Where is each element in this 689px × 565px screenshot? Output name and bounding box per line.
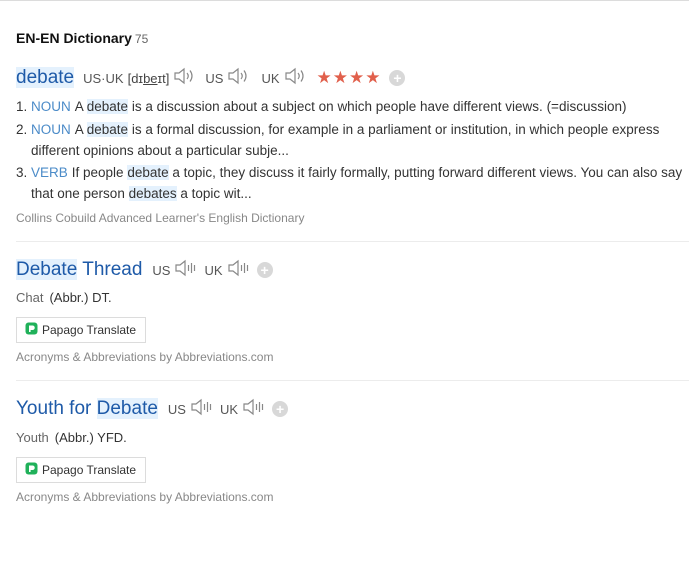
papago-icon bbox=[25, 462, 38, 478]
rating-stars: ★★★★ bbox=[316, 68, 382, 87]
abbr-meaning: Chat (Abbr.) DT. bbox=[16, 290, 112, 305]
plus-icon[interactable]: + bbox=[389, 70, 406, 86]
plus-icon[interactable]: + bbox=[256, 262, 273, 278]
definition-item: 3. VERB If people debate a topic, they di… bbox=[16, 165, 683, 201]
definition-item: 1. NOUN A debate is a discussion about a … bbox=[16, 99, 627, 114]
definition-item: 2. NOUN A debate is a formal discussion, … bbox=[16, 122, 660, 158]
divider bbox=[16, 380, 689, 381]
source-abbreviations[interactable]: Acronyms & Abbreviations by Abbreviation… bbox=[16, 490, 273, 504]
uk-label: UK bbox=[204, 262, 223, 278]
speaker-icon[interactable] bbox=[174, 259, 198, 282]
entry-debate-head: debate US·UK [dɪbeɪt] US UK ★★★★ + bbox=[16, 67, 406, 90]
entry-debate-thread-head: Debate Thread US UK + bbox=[16, 259, 273, 281]
part-of-speech: NOUN bbox=[31, 99, 71, 114]
papago-icon bbox=[25, 322, 38, 338]
abbr-meaning: Youth (Abbr.) YFD. bbox=[16, 430, 127, 445]
speaker-icon[interactable] bbox=[190, 398, 214, 421]
headword-debate-thread[interactable]: Debate Thread bbox=[16, 259, 142, 281]
uk-label: UK bbox=[219, 401, 239, 417]
plus-icon[interactable]: + bbox=[272, 401, 289, 417]
top-divider bbox=[0, 0, 689, 1]
speaker-icon[interactable] bbox=[227, 259, 251, 282]
part-of-speech: NOUN bbox=[31, 122, 71, 137]
us-label: US bbox=[152, 262, 171, 278]
source-collins[interactable]: Collins Cobuild Advanced Learner's Engli… bbox=[16, 211, 304, 225]
pron-label: US·UK bbox=[83, 70, 124, 86]
keyword-highlight: debate bbox=[86, 99, 129, 114]
speaker-icon[interactable] bbox=[242, 398, 266, 421]
keyword-highlight: debate bbox=[127, 165, 169, 180]
headword-debate[interactable]: debate bbox=[16, 67, 75, 89]
keyword-highlight: debate bbox=[86, 122, 129, 137]
papago-translate-button[interactable]: Papago Translate bbox=[16, 317, 147, 343]
us-label: US bbox=[167, 401, 186, 417]
papago-translate-button[interactable]: Papago Translate bbox=[16, 457, 147, 483]
dictionary-header: EN-EN Dictionary 75 bbox=[16, 30, 148, 48]
speaker-icon[interactable] bbox=[284, 67, 308, 90]
result-count: 75 bbox=[134, 32, 149, 46]
uk-label: UK bbox=[261, 70, 280, 86]
divider bbox=[16, 241, 689, 242]
source-abbreviations[interactable]: Acronyms & Abbreviations by Abbreviation… bbox=[16, 350, 273, 364]
us-label: US bbox=[205, 70, 224, 86]
pronunciation: [dɪbeɪt] bbox=[127, 70, 170, 86]
part-of-speech: VERB bbox=[31, 165, 68, 180]
speaker-icon[interactable] bbox=[173, 67, 197, 90]
keyword-highlight: debates bbox=[128, 186, 177, 201]
entry-youth-for-debate-head: Youth for Debate US UK + bbox=[16, 398, 289, 421]
dictionary-title: EN-EN Dictionary bbox=[16, 30, 132, 46]
headword-youth-for-debate[interactable]: Youth for Debate bbox=[16, 398, 158, 420]
speaker-icon[interactable] bbox=[227, 67, 251, 90]
